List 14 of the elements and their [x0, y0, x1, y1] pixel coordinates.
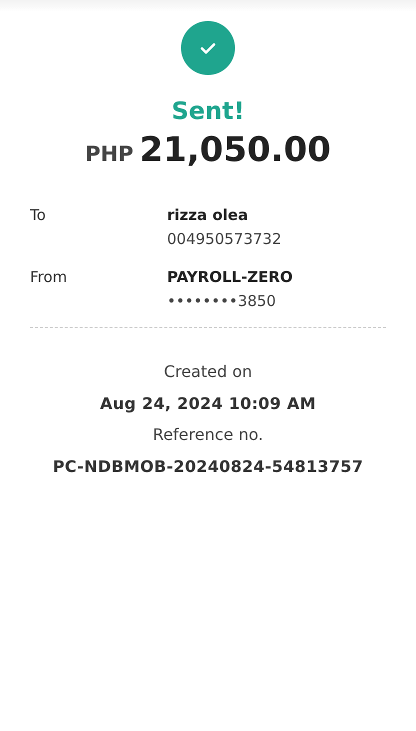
- account-number: 004950573732: [167, 230, 283, 248]
- currency-code: PHP: [85, 142, 134, 166]
- detail-label: Created on: [164, 362, 252, 381]
- party-name: rizza olea: [167, 206, 250, 224]
- party-name: PAYROLL-ZERO: [167, 268, 294, 286]
- party-label: To: [30, 206, 47, 226]
- detail-value: Aug 24, 2024 10:09 AM: [100, 394, 316, 413]
- status-title: Sent!: [171, 97, 245, 125]
- account-number: ••••••••3850: [167, 292, 277, 310]
- detail-value: PC-NDBMOB-20240824-54813757: [52, 457, 364, 476]
- detail-label: Reference no.: [152, 425, 264, 444]
- amount: 21,050.00: [139, 130, 331, 170]
- success-check-icon: [181, 21, 235, 75]
- party-label: From: [30, 268, 68, 288]
